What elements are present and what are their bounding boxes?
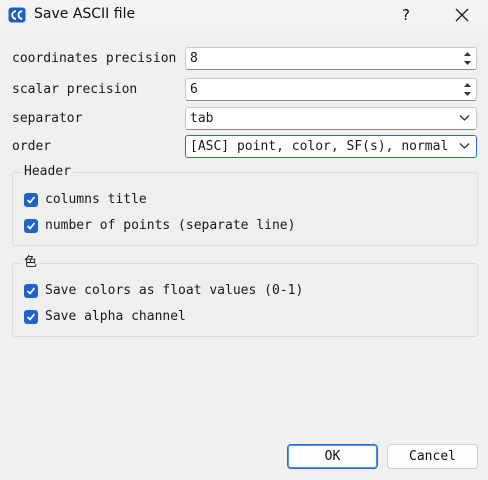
number-of-points-checkbox[interactable]	[24, 219, 38, 233]
separator-value: tab	[190, 111, 214, 126]
ok-button[interactable]: OK	[287, 444, 378, 469]
help-button[interactable]: ?	[392, 0, 420, 31]
title-bar: Save ASCII file ?	[0, 0, 488, 31]
columns-title-checkbox[interactable]	[24, 193, 38, 207]
order-dropdown[interactable]: [ASC] point, color, SF(s), normal	[185, 135, 477, 158]
color-group-title: 色	[22, 255, 40, 271]
color-group	[12, 263, 478, 337]
checkmark-icon	[26, 313, 36, 321]
separator-dropdown[interactable]: tab	[185, 107, 477, 130]
save-colors-float-checkbox[interactable]	[24, 284, 38, 298]
spin-arrows-icon[interactable]	[461, 49, 474, 68]
scalar-precision-label: scalar precision	[12, 82, 138, 97]
spin-arrows-icon[interactable]	[461, 80, 474, 99]
order-label: order	[12, 139, 52, 154]
cloudcompare-logo-icon	[8, 7, 26, 23]
save-colors-float-label: Save colors as float values (0-1)	[45, 283, 304, 298]
columns-title-label: columns title	[45, 192, 147, 207]
number-of-points-label: number of points (separate line)	[45, 218, 296, 233]
window-title: Save ASCII file	[34, 6, 136, 22]
checkmark-icon	[26, 196, 36, 204]
close-icon	[455, 8, 469, 22]
header-group	[12, 172, 478, 246]
cancel-button[interactable]: Cancel	[387, 444, 478, 469]
coordinates-precision-spinbox[interactable]: 8	[185, 47, 477, 70]
header-group-title: Header	[22, 164, 73, 180]
checkmark-icon	[26, 287, 36, 295]
scalar-precision-spinbox[interactable]: 6	[185, 78, 477, 101]
chevron-down-icon	[459, 115, 470, 121]
chevron-down-icon	[459, 143, 470, 149]
order-value: [ASC] point, color, SF(s), normal	[190, 139, 449, 154]
coordinates-precision-label: coordinates precision	[12, 51, 177, 66]
coordinates-precision-value[interactable]: 8	[190, 51, 198, 67]
save-alpha-channel-checkbox[interactable]	[24, 310, 38, 324]
close-button[interactable]	[446, 0, 478, 31]
save-alpha-channel-label: Save alpha channel	[45, 309, 186, 324]
separator-label: separator	[12, 111, 83, 126]
scalar-precision-value[interactable]: 6	[190, 82, 198, 98]
checkmark-icon	[26, 222, 36, 230]
